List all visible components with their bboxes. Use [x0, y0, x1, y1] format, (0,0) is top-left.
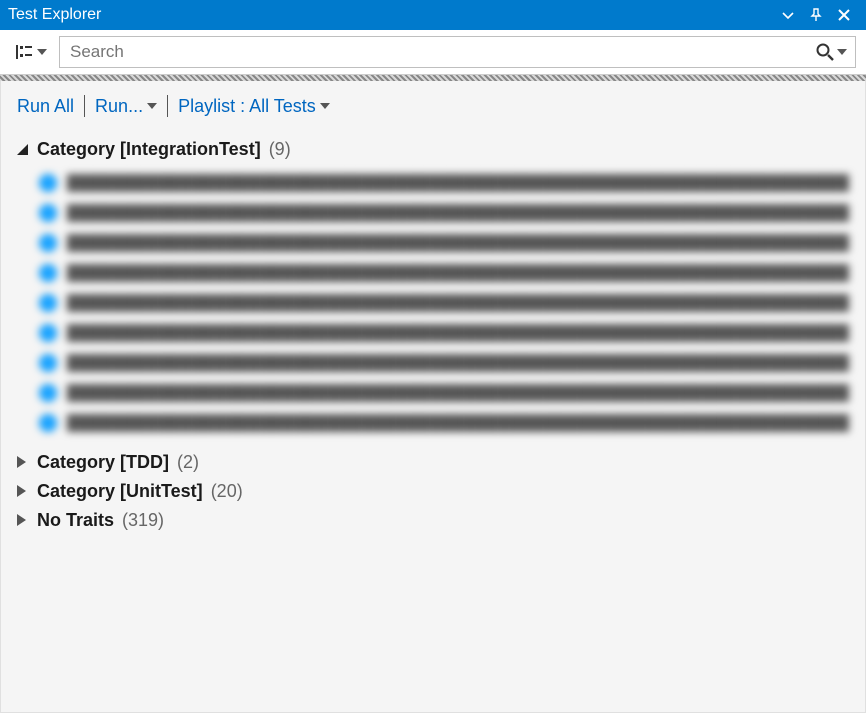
- group-count: (20): [211, 481, 243, 502]
- tree-group[interactable]: Category [IntegrationTest] (9): [17, 135, 849, 164]
- close-button[interactable]: [830, 1, 858, 29]
- separator: [167, 95, 168, 117]
- chevron-down-icon: [147, 103, 157, 109]
- chevron-down-icon: [320, 103, 330, 109]
- test-name: ████████████████████████████████████████…: [67, 174, 849, 192]
- test-item[interactable]: ████████████████████████████████████████…: [39, 348, 849, 378]
- run-all-link[interactable]: Run All: [17, 96, 74, 117]
- group-label: Category [TDD]: [37, 452, 169, 473]
- test-name: ████████████████████████████████████████…: [67, 264, 849, 282]
- test-name: ████████████████████████████████████████…: [67, 234, 849, 252]
- test-name: ████████████████████████████████████████…: [67, 384, 849, 402]
- run-dropdown[interactable]: Run...: [95, 96, 157, 117]
- test-item[interactable]: ████████████████████████████████████████…: [39, 258, 849, 288]
- run-label: Run...: [95, 96, 143, 117]
- group-by-button[interactable]: [10, 40, 51, 64]
- status-icon: [39, 294, 57, 312]
- search-box: [59, 36, 856, 68]
- search-icon: [815, 42, 835, 62]
- status-icon: [39, 414, 57, 432]
- status-icon: [39, 234, 57, 252]
- test-name: ████████████████████████████████████████…: [67, 414, 849, 432]
- status-icon: [39, 174, 57, 192]
- panel-body: Run All Run... Playlist : All Tests Cate…: [0, 81, 866, 713]
- status-icon: [39, 264, 57, 282]
- test-item[interactable]: ████████████████████████████████████████…: [39, 288, 849, 318]
- status-icon: [39, 204, 57, 222]
- chevron-down-icon: [37, 49, 47, 55]
- expand-toggle-icon: [17, 452, 29, 473]
- group-count: (319): [122, 510, 164, 531]
- expand-toggle-icon: [17, 481, 29, 502]
- test-name: ████████████████████████████████████████…: [67, 324, 849, 342]
- status-icon: [39, 384, 57, 402]
- test-name: ████████████████████████████████████████…: [67, 204, 849, 222]
- toolbar: [0, 30, 866, 75]
- test-item[interactable]: ████████████████████████████████████████…: [39, 318, 849, 348]
- expand-toggle-icon: [17, 139, 29, 160]
- group-label: Category [IntegrationTest]: [37, 139, 261, 160]
- test-item[interactable]: ████████████████████████████████████████…: [39, 228, 849, 258]
- test-tree: Category [IntegrationTest] (9) █████████…: [17, 135, 849, 535]
- playlist-dropdown[interactable]: Playlist : All Tests: [178, 96, 330, 117]
- tree-group[interactable]: Category [UnitTest] (20): [17, 477, 849, 506]
- group-label: Category [UnitTest]: [37, 481, 203, 502]
- test-item[interactable]: ████████████████████████████████████████…: [39, 378, 849, 408]
- search-input[interactable]: [60, 42, 807, 62]
- title-bar: Test Explorer: [0, 0, 866, 30]
- expand-toggle-icon: [17, 510, 29, 531]
- playlist-label: Playlist : All Tests: [178, 96, 316, 117]
- group-count: (9): [269, 139, 291, 160]
- group-count: (2): [177, 452, 199, 473]
- chevron-down-icon: [837, 49, 847, 55]
- tree-group[interactable]: No Traits (319): [17, 506, 849, 535]
- status-icon: [39, 354, 57, 372]
- search-button[interactable]: [807, 42, 855, 62]
- status-icon: [39, 324, 57, 342]
- test-item[interactable]: ████████████████████████████████████████…: [39, 168, 849, 198]
- test-item[interactable]: ████████████████████████████████████████…: [39, 408, 849, 438]
- window-dropdown-button[interactable]: [774, 1, 802, 29]
- window-title: Test Explorer: [8, 6, 774, 24]
- separator: [84, 95, 85, 117]
- tree-group[interactable]: Category [TDD] (2): [17, 448, 849, 477]
- test-item[interactable]: ████████████████████████████████████████…: [39, 198, 849, 228]
- test-name: ████████████████████████████████████████…: [67, 294, 849, 312]
- group-children: ████████████████████████████████████████…: [39, 168, 849, 438]
- test-name: ████████████████████████████████████████…: [67, 354, 849, 372]
- group-label: No Traits: [37, 510, 114, 531]
- action-bar: Run All Run... Playlist : All Tests: [17, 95, 849, 117]
- pin-button[interactable]: [802, 1, 830, 29]
